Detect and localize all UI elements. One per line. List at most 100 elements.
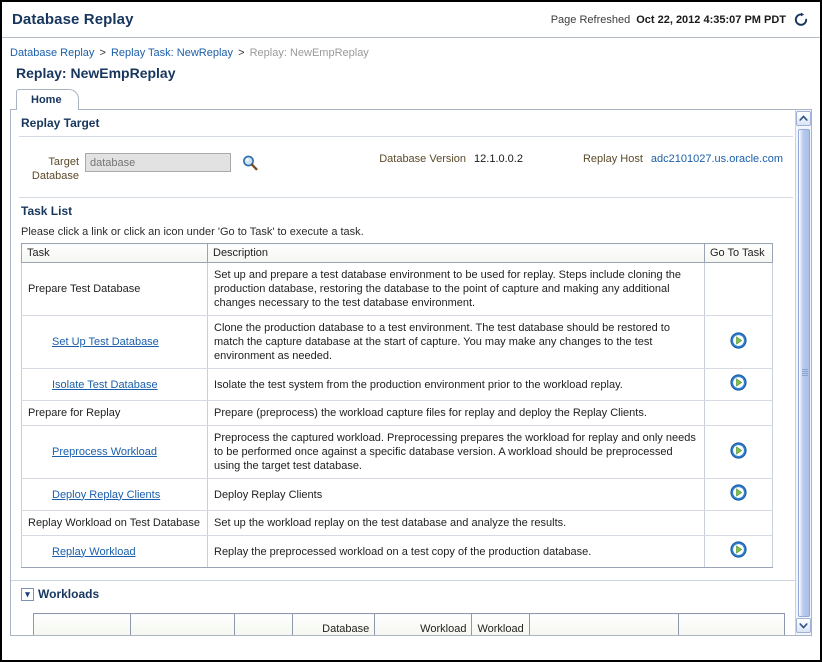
- scrollbar-grip: [802, 369, 808, 377]
- column-header-database-time: Database Time (hh:mm:ss): [292, 614, 375, 637]
- go-to-task-cell: [705, 479, 773, 511]
- main-content-panel: Replay Target Target Database: [10, 109, 812, 636]
- replay-host-label: Replay Host: [583, 153, 643, 165]
- breadcrumb-item-current: Replay: NewEmpReplay: [250, 47, 369, 59]
- play-circle-icon[interactable]: [730, 340, 747, 352]
- task-link-preprocess-workload[interactable]: Preprocess Workload: [52, 446, 157, 458]
- task-list-heading: Task List: [11, 198, 801, 224]
- breadcrumb-zone: Database Replay > Replay Task: NewReplay…: [2, 38, 820, 81]
- go-to-task-cell: [705, 426, 773, 479]
- task-list-section: Task List Please click a link or click a…: [11, 198, 801, 568]
- target-database-input[interactable]: [85, 153, 231, 172]
- go-to-task-cell: [705, 316, 773, 369]
- workloads-table: Name Database Name Database Version Data…: [33, 613, 785, 636]
- description-cell: Isolate the test system from the product…: [208, 369, 705, 401]
- play-circle-icon[interactable]: [730, 549, 747, 561]
- replay-target-section: Replay Target Target Database: [11, 110, 801, 198]
- page-refreshed-timestamp: Oct 22, 2012 4:35:07 PM PDT: [636, 14, 786, 26]
- column-header-workload-duration: Workload Duration (hh:mm:ss): [375, 614, 472, 637]
- target-database-field: Target Database: [23, 153, 259, 183]
- replay-target-body: Target Database Database Versio: [19, 136, 793, 198]
- column-header-go-to-task: Go To Task: [705, 244, 773, 263]
- description-cell: Prepare (preprocess) the workload captur…: [208, 401, 705, 426]
- scroll-content: Replay Target Target Database: [11, 110, 801, 636]
- go-to-task-cell: [705, 401, 773, 426]
- task-link-set-up-test-database[interactable]: Set Up Test Database: [52, 336, 159, 348]
- tab-home-label: Home: [31, 94, 62, 106]
- workloads-heading: ▾ Workloads: [11, 580, 801, 607]
- description-cell: Clone the production database to a test …: [208, 316, 705, 369]
- task-link-deploy-replay-clients[interactable]: Deploy Replay Clients: [52, 489, 160, 501]
- breadcrumb-separator: >: [97, 47, 107, 59]
- breadcrumb-item-replay-task[interactable]: Replay Task: NewReplay: [111, 47, 233, 59]
- column-header-database-version-line1: Database: [240, 635, 287, 636]
- column-header-name: Name: [34, 614, 131, 637]
- description-cell: Deploy Replay Clients: [208, 479, 705, 511]
- task-link-isolate-test-database[interactable]: Isolate Test Database: [52, 379, 158, 391]
- tab-home[interactable]: Home: [16, 89, 79, 110]
- vertical-scrollbar[interactable]: [795, 110, 811, 635]
- breadcrumb-separator: >: [236, 47, 246, 59]
- go-to-task-cell: [705, 263, 773, 316]
- application-window: Database Replay Page Refreshed Oct 22, 2…: [0, 0, 822, 662]
- table-row: Isolate Test Database Isolate the test s…: [22, 369, 773, 401]
- column-header-war-line2: Analyzer: [477, 635, 520, 636]
- table-row: Replay Workload Replay the preprocessed …: [22, 536, 773, 568]
- replay-host-value[interactable]: adc2101027.us.oracle.com: [651, 153, 783, 165]
- breadcrumb: Database Replay > Replay Task: NewReplay…: [10, 46, 812, 60]
- task-cell: Set Up Test Database: [22, 316, 208, 369]
- table-row: Prepare Test Database Set up and prepare…: [22, 263, 773, 316]
- scroll-down-button[interactable]: [796, 618, 811, 633]
- replay-target-title: Replay Target: [21, 116, 99, 130]
- task-cell: Prepare Test Database: [22, 263, 208, 316]
- page-header-title: Database Replay: [12, 11, 134, 28]
- task-cell: Preprocess Workload: [22, 426, 208, 479]
- table-row: Deploy Replay Clients Deploy Replay Clie…: [22, 479, 773, 511]
- table-row: Preprocess Workload Preprocess the captu…: [22, 426, 773, 479]
- replay-target-heading: Replay Target: [11, 110, 801, 136]
- column-header-database-time-line1: Database Time: [322, 623, 369, 636]
- workloads-header-row: Name Database Name Database Version Data…: [34, 614, 785, 637]
- play-circle-icon[interactable]: [730, 450, 747, 462]
- target-database-label: Target Database: [23, 153, 79, 183]
- global-header: Database Replay Page Refreshed Oct 22, 2…: [2, 2, 820, 38]
- task-cell: Replay Workload: [22, 536, 208, 568]
- task-list-table: Task Description Go To Task Prepare Test…: [21, 243, 773, 568]
- scrollbar-thumb[interactable]: [798, 129, 810, 617]
- breadcrumb-item-database-replay[interactable]: Database Replay: [10, 47, 94, 59]
- task-list-hint: Please click a link or click an icon und…: [11, 224, 801, 243]
- go-to-task-cell: [705, 511, 773, 536]
- page-refreshed-label: Page Refreshed: [551, 14, 631, 26]
- database-version-value: 12.1.0.0.2: [474, 153, 523, 165]
- description-cell: Set up and prepare a test database envir…: [208, 263, 705, 316]
- play-circle-icon[interactable]: [730, 382, 747, 394]
- table-row: Prepare for Replay Prepare (preprocess) …: [22, 401, 773, 426]
- table-row: Set Up Test Database Clone the productio…: [22, 316, 773, 369]
- play-circle-icon[interactable]: [730, 492, 747, 504]
- column-header-database-version: Database Version: [234, 614, 292, 637]
- task-list-header-row: Task Description Go To Task: [22, 244, 773, 263]
- replay-target-info: Database Version 12.1.0.0.2 Replay Host …: [379, 153, 789, 165]
- workloads-title: Workloads: [38, 587, 99, 601]
- column-header-storage-location: Storage Location: [679, 614, 785, 637]
- chevron-down-icon[interactable]: ▾: [21, 588, 34, 601]
- column-header-description: Description: [208, 244, 705, 263]
- task-cell: Replay Workload on Test Database: [22, 511, 208, 536]
- refresh-icon[interactable]: [792, 11, 810, 29]
- table-row: Replay Workload on Test Database Set up …: [22, 511, 773, 536]
- scroll-up-button[interactable]: [796, 111, 811, 126]
- go-to-task-cell: [705, 536, 773, 568]
- go-to-task-cell: [705, 369, 773, 401]
- description-cell: Preprocess the captured workload. Prepro…: [208, 426, 705, 479]
- task-list-title: Task List: [21, 204, 72, 218]
- column-header-workload-duration-line1: Workload Duration: [420, 623, 466, 636]
- page-title: Replay: NewEmpReplay: [16, 65, 812, 81]
- task-link-replay-workload[interactable]: Replay Workload: [52, 546, 136, 558]
- column-header-workload-analyzer-report: Workload Analyzer Report: [472, 614, 529, 637]
- column-header-database-name: Database Name: [130, 614, 234, 637]
- workloads-section: ▾ Workloads Name Database Name Database …: [11, 580, 801, 636]
- database-version-field: Database Version 12.1.0.0.2: [379, 153, 523, 165]
- column-header-storage-host: Storage Host: [529, 614, 678, 637]
- search-icon[interactable]: [241, 154, 259, 175]
- column-header-task: Task: [22, 244, 208, 263]
